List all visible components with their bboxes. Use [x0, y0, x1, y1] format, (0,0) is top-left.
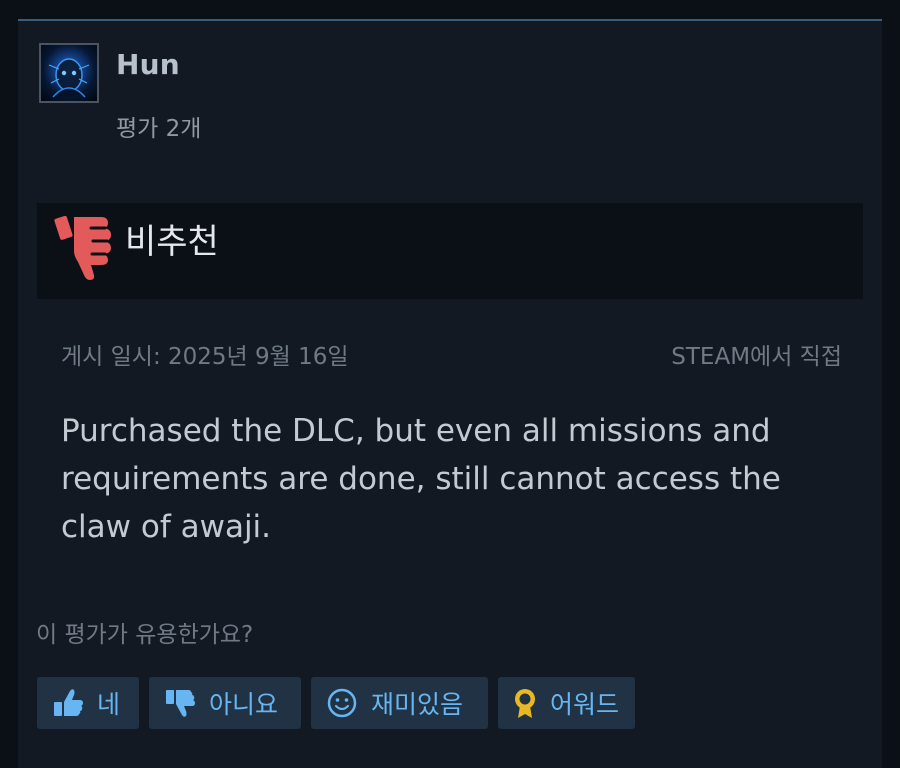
review-source: STEAM에서 직접 [671, 344, 842, 370]
vote-no-button[interactable]: 아니요 [149, 677, 301, 729]
vote-yes-button[interactable]: 네 [37, 677, 139, 729]
helpful-question: 이 평가가 유용한가요? [36, 622, 254, 648]
page: Hun 평가 2개 비추천 게시 일시: 2025년 9월 16일 STEAM에… [0, 0, 900, 768]
verdict-label: 비추천 [125, 222, 219, 262]
smiley-icon [327, 688, 357, 718]
avatar-image [48, 58, 90, 98]
verdict-banner: 비추천 [37, 203, 863, 299]
vote-funny-button[interactable]: 재미있음 [311, 677, 488, 729]
award-icon [515, 689, 535, 718]
thumbs-down-icon [54, 215, 111, 280]
posted-date: 게시 일시: 2025년 9월 16일 [61, 344, 349, 370]
award-button[interactable]: 어워드 [498, 677, 635, 729]
thumbs-down-icon [166, 690, 195, 717]
avatar[interactable] [39, 43, 99, 103]
award-label: 어워드 [550, 690, 620, 719]
thumbs-up-icon [54, 689, 83, 716]
author-name[interactable]: Hun [116, 48, 180, 81]
review-card: Hun 평가 2개 비추천 게시 일시: 2025년 9월 16일 STEAM에… [18, 19, 882, 768]
review-body: Purchased the DLC, but even all missions… [61, 413, 781, 545]
vote-funny-label: 재미있음 [371, 690, 464, 719]
author-review-count[interactable]: 평가 2개 [116, 109, 201, 143]
vote-yes-label: 네 [97, 690, 121, 719]
vote-no-label: 아니요 [209, 690, 279, 719]
